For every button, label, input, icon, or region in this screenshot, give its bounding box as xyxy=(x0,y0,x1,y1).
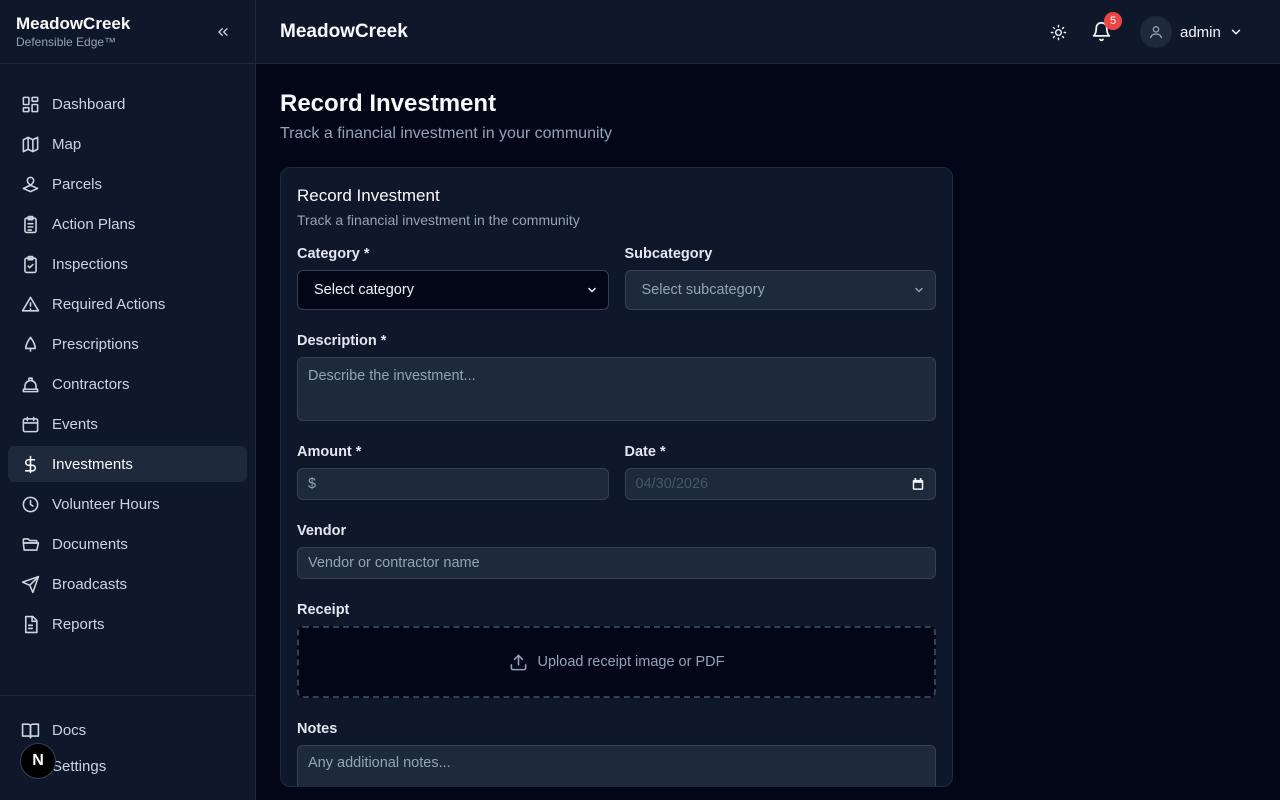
category-label: Category * xyxy=(297,246,370,262)
chevrons-left-icon xyxy=(218,27,228,36)
sidebar-item-label: Reports xyxy=(52,615,105,633)
sidebar-item-contractors[interactable]: Contractors xyxy=(8,366,247,402)
sidebar-item-parcels[interactable]: Parcels xyxy=(8,166,247,202)
notes-placeholder: Any additional notes... xyxy=(308,755,451,771)
date-label: Date * xyxy=(624,444,666,460)
upload-text: Upload receipt image or PDF xyxy=(537,654,725,670)
notes-label: Notes xyxy=(297,721,338,737)
vendor-placeholder: Vendor or contractor name xyxy=(308,555,480,571)
description-placeholder: Describe the investment... xyxy=(308,368,476,384)
user-name: admin xyxy=(1180,23,1221,41)
amount-input[interactable]: $ xyxy=(297,468,609,500)
main-content: Record Investment Track a financial inve… xyxy=(256,64,1280,800)
amount-label: Amount * xyxy=(297,444,362,460)
sidebar-item-volunteer-hours[interactable]: Volunteer Hours xyxy=(8,486,247,522)
warning-icon xyxy=(20,294,40,314)
sidebar-item-prescriptions[interactable]: Prescriptions xyxy=(8,326,247,362)
sidebar-item-label: Investments xyxy=(52,455,133,473)
category-select[interactable]: Select category xyxy=(297,270,609,310)
sidebar-item-label: Inspections xyxy=(52,255,128,273)
sidebar-item-label: Prescriptions xyxy=(52,335,139,353)
brand: MeadowCreek Defensible Edge™ xyxy=(0,0,255,64)
sidebar-item-label: Map xyxy=(52,135,82,153)
sidebar-item-events[interactable]: Events xyxy=(8,406,247,442)
next-dev-badge[interactable]: N xyxy=(20,743,56,779)
sidebar-item-reports[interactable]: Reports xyxy=(8,606,247,642)
avatar xyxy=(1140,16,1172,48)
map-icon xyxy=(20,134,40,154)
app-title: MeadowCreek xyxy=(280,20,408,42)
sun-icon xyxy=(1050,24,1066,40)
dashboard-icon xyxy=(20,94,40,114)
calendar-picker-icon[interactable] xyxy=(911,477,925,491)
sidebar-nav: Dashboard Map Parcels Action Plans Inspe… xyxy=(0,64,255,642)
chevron-down-icon xyxy=(915,287,923,293)
chevron-down-icon xyxy=(1231,29,1241,35)
currency-prefix: $ xyxy=(308,476,317,492)
vendor-label: Vendor xyxy=(297,523,347,539)
sidebar-item-label: Broadcasts xyxy=(52,575,128,593)
collapse-sidebar-button[interactable] xyxy=(213,22,233,42)
sidebar-item-label: Action Plans xyxy=(52,215,136,233)
sidebar-item-label: Events xyxy=(52,415,98,433)
subcategory-select[interactable]: Select subcategory xyxy=(624,270,936,310)
sidebar-item-required-actions[interactable]: Required Actions xyxy=(8,286,247,322)
clipboard-list-icon xyxy=(20,214,40,234)
description-label: Description * xyxy=(297,333,387,349)
parcels-icon xyxy=(20,174,40,194)
brand-tagline: Defensible Edge™ xyxy=(16,35,117,49)
send-icon xyxy=(20,574,40,594)
page-title: Record Investment xyxy=(280,90,497,117)
clock-icon xyxy=(20,494,40,514)
sidebar-item-docs[interactable]: Docs xyxy=(8,712,247,748)
receipt-label: Receipt xyxy=(297,602,350,618)
investment-form-card: Record Investment Track a financial inve… xyxy=(280,167,953,787)
form-subtitle: Track a financial investment in the comm… xyxy=(297,212,580,228)
sidebar-item-label: Docs xyxy=(52,721,87,739)
subcategory-select-value: Select subcategory xyxy=(641,282,765,298)
sidebar-item-map[interactable]: Map xyxy=(8,126,247,162)
user-menu-button[interactable]: admin xyxy=(1140,16,1243,48)
chevron-down-icon xyxy=(587,287,596,293)
sidebar-item-label: Settings xyxy=(52,757,107,775)
sidebar-item-inspections[interactable]: Inspections xyxy=(8,246,247,282)
calendar-icon xyxy=(20,414,40,434)
clipboard-check-icon xyxy=(20,254,40,274)
sidebar-item-documents[interactable]: Documents xyxy=(8,526,247,562)
sidebar-item-action-plans[interactable]: Action Plans xyxy=(8,206,247,242)
notification-count-badge: 5 xyxy=(1104,12,1122,30)
description-textarea[interactable]: Describe the investment... xyxy=(297,357,936,421)
theme-toggle-button[interactable] xyxy=(1048,22,1068,42)
folder-icon xyxy=(20,534,40,554)
brand-name: MeadowCreek xyxy=(16,14,131,33)
sidebar: MeadowCreek Defensible Edge™ Dashboard M… xyxy=(0,0,256,800)
user-icon xyxy=(1150,26,1162,39)
sidebar-item-label: Contractors xyxy=(52,375,130,393)
page-subtitle: Track a financial investment in your com… xyxy=(280,125,612,142)
book-icon xyxy=(20,720,40,740)
dollar-icon xyxy=(20,454,40,474)
notes-textarea[interactable]: Any additional notes... xyxy=(297,745,936,786)
sidebar-item-label: Volunteer Hours xyxy=(52,495,160,513)
sidebar-item-label: Parcels xyxy=(52,175,103,193)
tree-icon xyxy=(20,334,40,354)
form-title: Record Investment xyxy=(297,186,440,205)
file-text-icon xyxy=(20,614,40,634)
hard-hat-icon xyxy=(20,374,40,394)
topbar: MeadowCreek 5 admin xyxy=(256,0,1280,64)
sidebar-item-label: Required Actions xyxy=(52,295,166,313)
date-input[interactable]: 04/30/2026 xyxy=(624,468,936,500)
sidebar-item-investments[interactable]: Investments xyxy=(8,446,247,482)
vendor-input[interactable]: Vendor or contractor name xyxy=(297,547,936,579)
sidebar-item-dashboard[interactable]: Dashboard xyxy=(8,86,247,122)
sidebar-item-label: Documents xyxy=(52,535,128,553)
date-value: 04/30/2026 xyxy=(635,476,709,492)
category-select-value: Select category xyxy=(314,282,414,298)
upload-icon xyxy=(510,654,526,670)
sidebar-item-label: Dashboard xyxy=(52,95,126,113)
sidebar-item-broadcasts[interactable]: Broadcasts xyxy=(8,566,247,602)
subcategory-label: Subcategory xyxy=(624,246,713,262)
receipt-upload-dropzone[interactable]: Upload receipt image or PDF xyxy=(297,626,936,698)
